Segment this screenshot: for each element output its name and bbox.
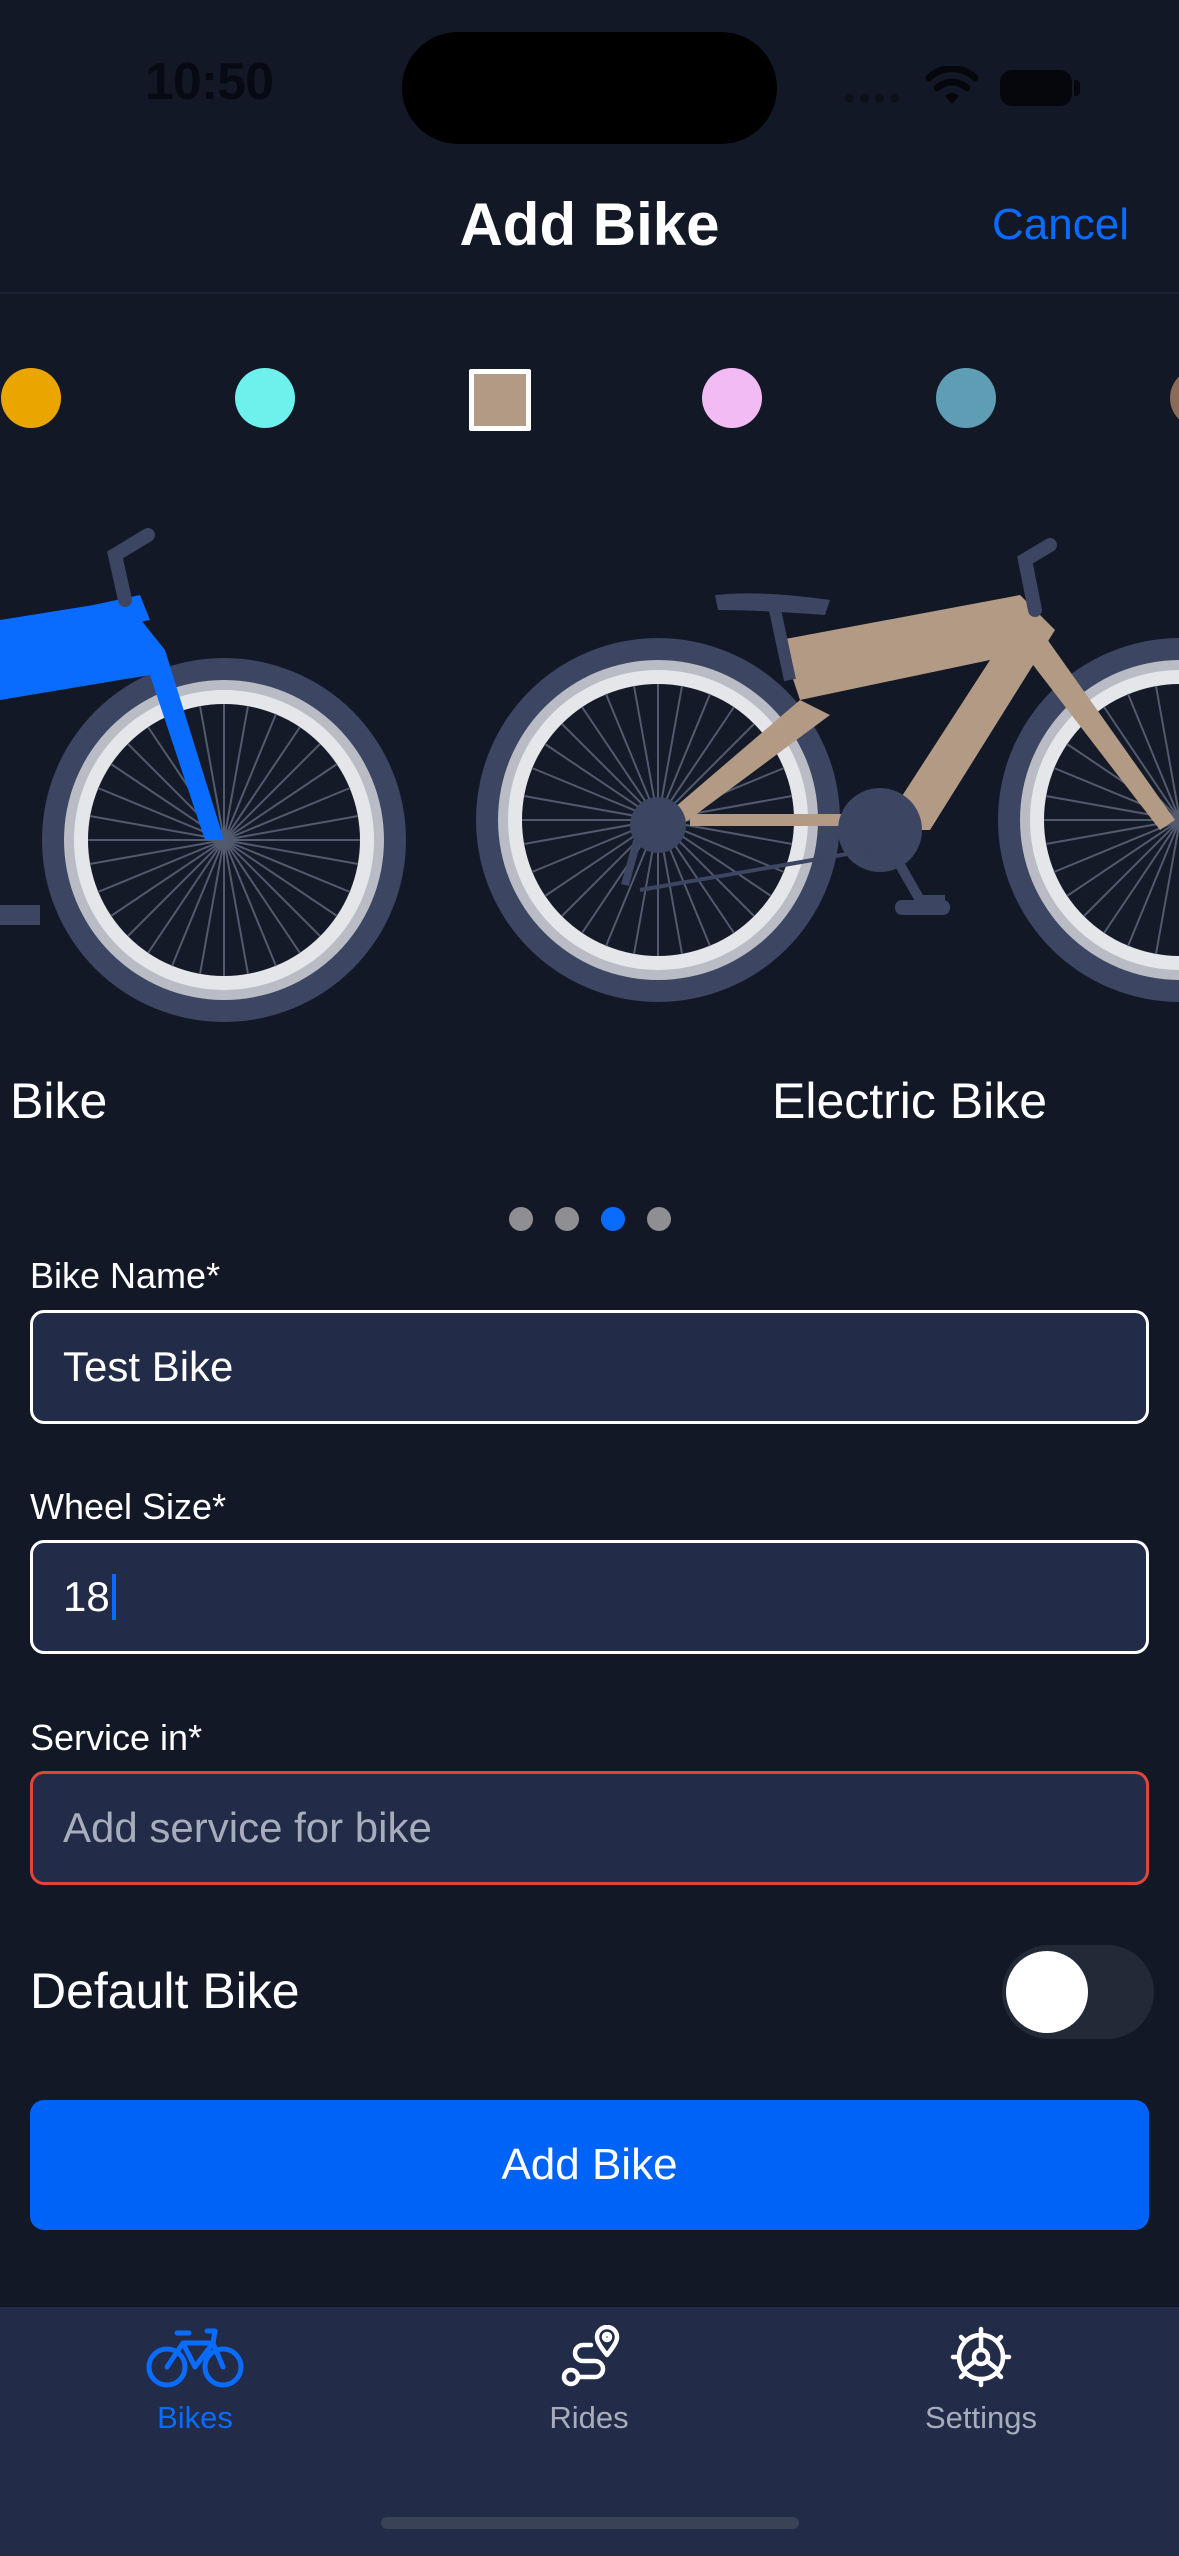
service-in-placeholder: Add service for bike [63,1804,432,1851]
page-dot[interactable] [646,1207,671,1231]
page-dot[interactable] [554,1207,579,1231]
bike-name-field[interactable]: Test Bike [30,1310,1149,1424]
page-dot-active[interactable] [600,1207,625,1231]
color-swatch-cyan[interactable] [235,368,295,428]
wheel-size-field[interactable]: 18 [30,1540,1149,1654]
battery-icon [1000,70,1072,106]
home-indicator[interactable] [381,2517,799,2529]
tab-settings-label: Settings [924,2400,1037,2435]
service-in-label: Service in* [30,1717,203,1758]
dynamic-island [402,32,777,144]
add-bike-button[interactable]: Add Bike [30,2100,1149,2230]
text-cursor [111,1574,116,1620]
tab-rides[interactable]: Rides [439,2324,739,2436]
bike-illustration-standard [0,528,407,1023]
cellular-signal-icon [845,90,905,108]
battery-tip [1074,80,1080,96]
bike-type-label: Bike [10,1073,108,1129]
tab-bikes-label: Bikes [157,2400,233,2435]
gear-icon [950,2326,1012,2388]
page-dot[interactable] [508,1207,533,1231]
color-swatch-tan-selected[interactable] [469,369,531,431]
cancel-button[interactable]: Cancel [992,200,1129,250]
tab-settings[interactable]: Settings [831,2325,1131,2436]
tab-bikes[interactable]: Bikes [45,2325,345,2436]
wheel-size-label: Wheel Size* [30,1486,227,1527]
color-swatch-brown[interactable] [1170,368,1179,428]
color-swatch-pink[interactable] [702,368,762,428]
service-in-field[interactable]: Add service for bike [30,1771,1149,1885]
add-bike-button-label: Add Bike [501,2140,678,2189]
bike-name-label: Bike Name* [30,1255,221,1296]
nav-divider [0,292,1179,294]
bike-name-value: Test Bike [63,1343,234,1390]
bike-type-label: Electric Bike [772,1073,1048,1129]
color-swatch-steel-blue[interactable] [936,368,996,428]
bike-illustration-electric [475,538,1179,1003]
status-time: 10:50 [145,53,274,111]
wifi-icon [925,66,979,104]
toggle-knob[interactable] [1006,1951,1088,2033]
route-icon [561,2324,620,2387]
bike-icon [146,2328,244,2388]
carousel-page-indicator[interactable] [0,1207,1179,1236]
color-swatch-yellow[interactable] [1,368,61,428]
tab-rides-label: Rides [549,2400,629,2435]
bike-type-carousel[interactable] [0,500,1179,1040]
wheel-size-value: 18 [63,1573,110,1620]
default-bike-label: Default Bike [30,1963,300,2019]
